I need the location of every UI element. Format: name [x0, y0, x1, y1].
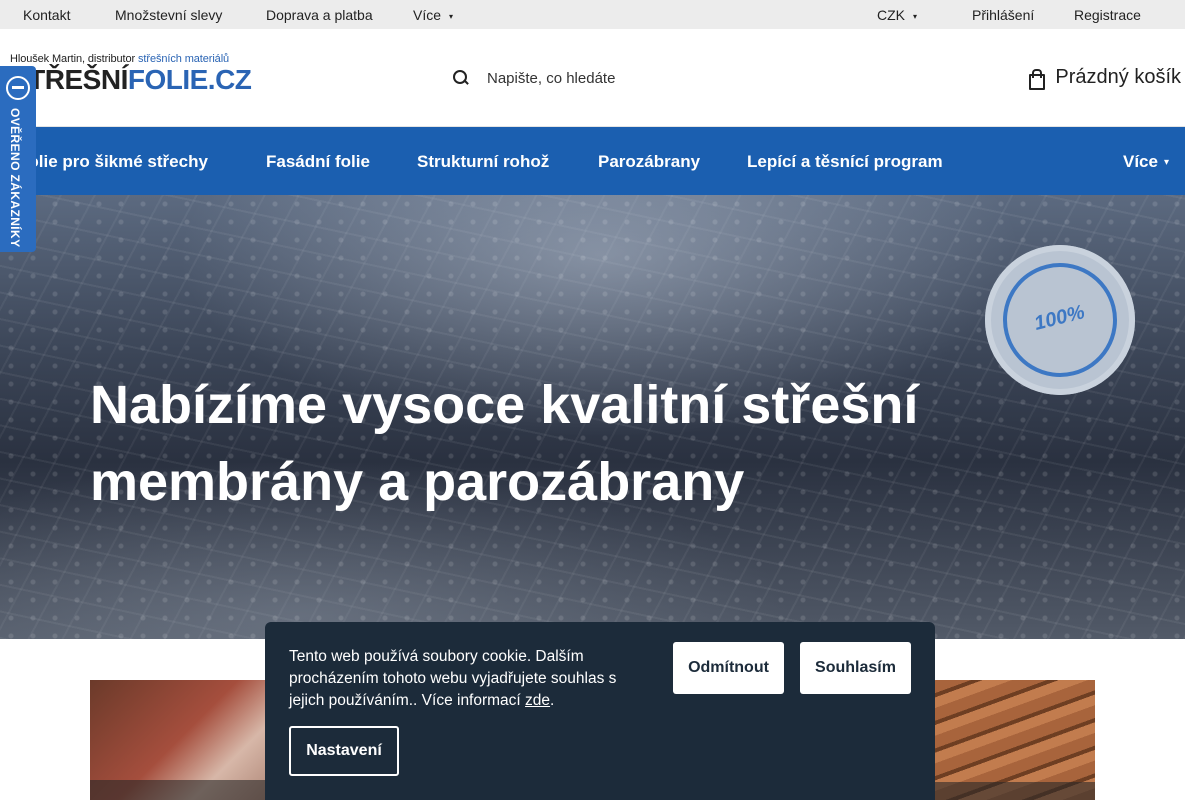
chevron-down-icon: ▾ [449, 11, 454, 21]
cookie-decline-button[interactable]: Odmítnout [673, 642, 784, 694]
nav-more-label: Více [1123, 152, 1158, 171]
logo-wordmark: STŘEŠNÍFOLIE.CZ [10, 65, 252, 95]
nav-item-fasadni-folie[interactable]: Fasádní folie [266, 152, 370, 172]
cart-button[interactable]: Prázdný košík [1027, 66, 1181, 90]
hero-title: Nabízíme vysoce kvalitní střešní membrán… [90, 375, 919, 512]
topbar-more-label: Více [413, 7, 442, 23]
shopping-bag-icon [1027, 68, 1046, 90]
topbar-more-dropdown[interactable]: Více ▾ [413, 7, 453, 23]
currency-label: CZK [877, 7, 905, 23]
search-box[interactable]: Napište, co hledáte [453, 65, 615, 91]
topbar-link-mnozstevni-slevy[interactable]: Množstevní slevy [115, 7, 222, 23]
top-utility-bar: Kontakt Množstevní slevy Doprava a platb… [0, 0, 1185, 29]
currency-selector[interactable]: CZK ▾ [877, 7, 917, 23]
cart-label: Prázdný košík [1055, 66, 1181, 88]
topbar-link-kontakt[interactable]: Kontakt [23, 7, 70, 23]
verified-badge-label: OVĚŘENO ZÁKAZNÍKY [8, 108, 22, 248]
chevron-down-icon: ▾ [1163, 157, 1170, 169]
nav-item-folie-sikme-strechy[interactable]: Folie pro šikmé střechy [18, 152, 208, 172]
cookie-message-end: . [550, 692, 555, 709]
hero-banner[interactable]: Nabízíme vysoce kvalitní střešní membrán… [0, 195, 1185, 639]
quality-seal-percent: 100% [1032, 301, 1087, 335]
topbar-link-doprava-a-platba[interactable]: Doprava a platba [266, 7, 373, 23]
nav-item-lepici-tesnici-program[interactable]: Lepící a těsnící program [747, 152, 943, 172]
cookie-message-text: Tento web používá soubory cookie. Dalším… [289, 648, 617, 709]
logo-word-blue: FOLIE.CZ [127, 64, 252, 95]
nav-item-parozabrany[interactable]: Parozábrany [598, 152, 700, 172]
nav-more-dropdown[interactable]: Více ▾ [1123, 152, 1169, 172]
main-navigation: Folie pro šikmé střechy Fasádní folie St… [0, 127, 1185, 195]
quality-guarantee-seal: 100% [985, 245, 1135, 395]
search-icon[interactable] [453, 70, 469, 86]
nav-item-strukturni-rohoz[interactable]: Strukturní rohož [417, 152, 549, 172]
login-link[interactable]: Přihlášení [972, 7, 1034, 23]
register-link[interactable]: Registrace [1074, 7, 1141, 23]
verified-seal-icon [6, 76, 30, 100]
quality-stamp-icon: 100% [990, 250, 1130, 390]
search-input[interactable]: Napište, co hledáte [487, 70, 615, 87]
cookie-settings-button[interactable]: Nastavení [289, 726, 399, 776]
site-logo[interactable]: Hloušek Martin, distributor střešních ma… [10, 53, 252, 95]
cookie-accept-button[interactable]: Souhlasím [800, 642, 911, 694]
site-header: Hloušek Martin, distributor střešních ma… [0, 29, 1185, 127]
cookie-message: Tento web používá soubory cookie. Dalším… [289, 646, 649, 712]
verified-customers-badge[interactable]: OVĚŘENO ZÁKAZNÍKY [0, 66, 36, 252]
cookie-more-info-link[interactable]: zde [525, 692, 550, 709]
chevron-down-icon: ▾ [913, 11, 918, 21]
cookie-consent-banner: Tento web používá soubory cookie. Dalším… [265, 622, 935, 800]
